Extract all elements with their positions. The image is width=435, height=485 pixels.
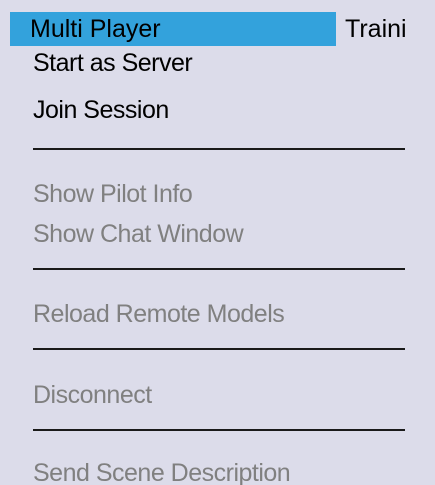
menu-item-join-session[interactable]: Join Session bbox=[33, 93, 169, 127]
menu-bar-edge bbox=[0, 12, 10, 46]
menu-separator bbox=[33, 429, 405, 431]
menu-item-reload-remote-models: Reload Remote Models bbox=[33, 300, 285, 328]
menu-separator bbox=[33, 148, 405, 150]
menu-item-show-chat-window: Show Chat Window bbox=[33, 220, 244, 248]
menu-separator bbox=[33, 348, 405, 350]
multi-player-dropdown: Start as Server Join Session Show Pilot … bbox=[0, 46, 435, 485]
menu-item-disconnect: Disconnect bbox=[33, 381, 152, 409]
menu-item-send-scene-description: Send Scene Description bbox=[33, 459, 291, 485]
screen: Multi Player Traini Start as Server Join… bbox=[0, 0, 435, 485]
menu-training[interactable]: Traini bbox=[345, 12, 435, 46]
menu-separator bbox=[33, 268, 405, 270]
menu-multi-player[interactable]: Multi Player bbox=[10, 12, 336, 46]
menu-item-show-pilot-info: Show Pilot Info bbox=[33, 180, 193, 208]
menu-item-start-as-server[interactable]: Start as Server bbox=[33, 46, 193, 80]
